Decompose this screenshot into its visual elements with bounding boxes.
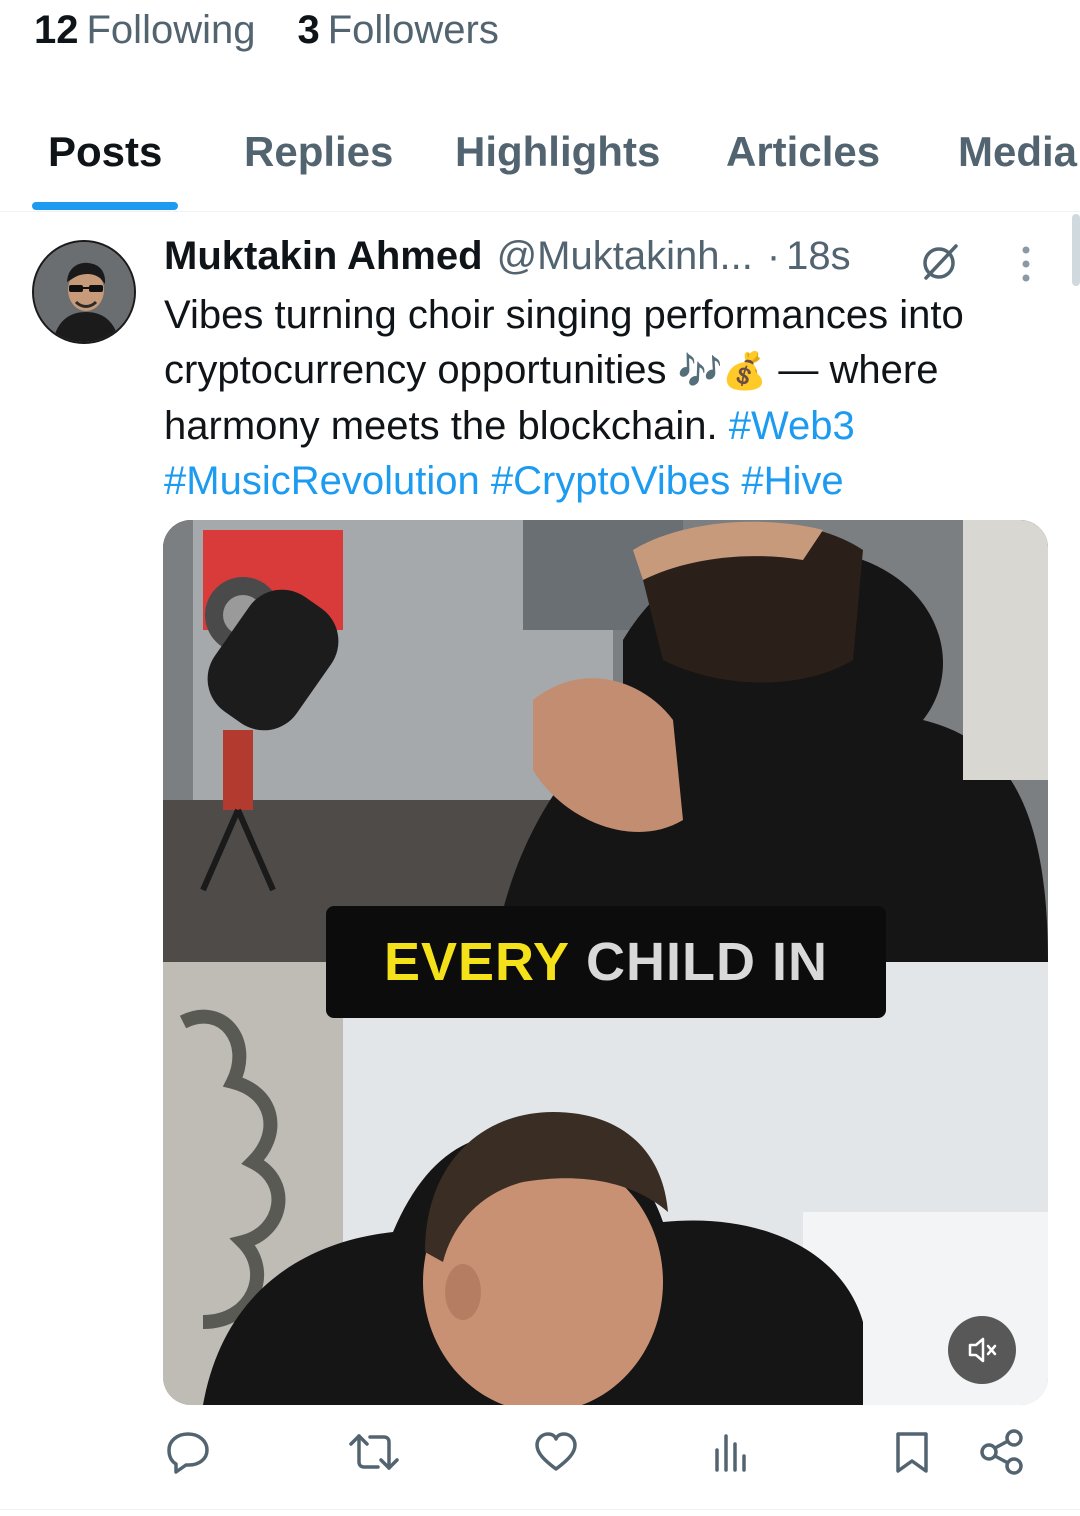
tab-posts[interactable]: Posts	[48, 128, 162, 176]
hashtag-link[interactable]: #CryptoVibes	[491, 459, 730, 503]
caption-text: CHILD IN	[586, 932, 829, 992]
share-button[interactable]	[974, 1424, 1030, 1480]
profile-tabs: Posts Replies Highlights Articles Media	[0, 100, 1080, 212]
follow-stats: 12 Following 3 Followers	[34, 8, 499, 53]
like-button[interactable]	[528, 1424, 584, 1480]
tab-highlights[interactable]: Highlights	[455, 128, 660, 176]
heart-icon	[535, 1432, 577, 1471]
share-icon	[980, 1429, 1023, 1475]
author-handle[interactable]: @Muktakinh...	[497, 234, 753, 279]
separator-dot: ·	[766, 234, 781, 278]
repost-button[interactable]	[346, 1424, 402, 1480]
video-caption: EVERY CHILD IN	[326, 906, 886, 1018]
musical-notes-emoji: 🎶	[677, 351, 723, 392]
reply-icon	[167, 1432, 209, 1474]
mute-button[interactable]	[948, 1316, 1016, 1384]
following-count: 12	[34, 8, 79, 52]
tab-media[interactable]: Media	[958, 128, 1077, 176]
more-vertical-icon[interactable]	[1014, 244, 1038, 284]
followers-label: Followers	[327, 8, 499, 52]
post-time[interactable]: 18s	[786, 234, 851, 279]
followers-link[interactable]: 3 Followers	[297, 8, 498, 53]
hashtag-link[interactable]: #MusicRevolution	[164, 459, 480, 503]
author-name[interactable]: Muktakin Ahmed	[164, 234, 483, 279]
post-video[interactable]: EVERY CHILD IN	[163, 520, 1048, 1405]
video-frame-top	[163, 520, 1048, 962]
active-tab-indicator	[32, 202, 178, 210]
video-frame-bottom	[163, 962, 1048, 1405]
grok-icon[interactable]	[918, 240, 962, 284]
views-button[interactable]	[703, 1424, 759, 1480]
reply-button[interactable]	[160, 1424, 216, 1480]
hashtag-link[interactable]: #Web3	[729, 404, 855, 448]
post-header: Muktakin Ahmed @Muktakinh... · 18s	[164, 234, 851, 279]
money-bag-emoji: 💰	[722, 351, 768, 392]
bookmark-button[interactable]	[884, 1424, 940, 1480]
followers-count: 3	[297, 8, 320, 52]
bookmark-icon	[896, 1432, 928, 1473]
caption-highlight-text: EVERY	[383, 932, 571, 992]
following-link[interactable]: 12 Following	[34, 8, 255, 53]
post-text: Vibes turning choir singing performances…	[164, 288, 1054, 509]
repost-icon	[349, 1434, 399, 1470]
tab-articles[interactable]: Articles	[726, 128, 880, 176]
hashtag-link[interactable]: #Hive	[741, 459, 843, 503]
post-card[interactable]: Muktakin Ahmed @Muktakinh... · 18s Vibes…	[0, 214, 1080, 1510]
volume-muted-icon	[968, 1337, 997, 1363]
views-icon	[715, 1434, 746, 1472]
tab-replies[interactable]: Replies	[244, 128, 393, 176]
following-label: Following	[86, 8, 256, 52]
post-action-bar	[0, 1424, 1080, 1494]
avatar[interactable]	[32, 240, 136, 344]
